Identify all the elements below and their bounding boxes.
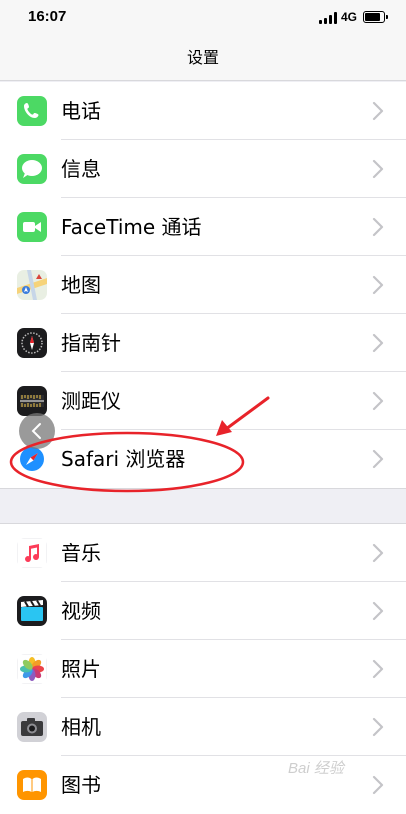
- row-label: 音乐: [61, 541, 101, 565]
- settings-group-apps-1: 电话 信息 FaceTime 通话 地图 指南针 测距仪 Safari 浏览器: [0, 82, 406, 488]
- settings-row-maps[interactable]: 地图: [0, 256, 406, 314]
- settings-row-camera[interactable]: 相机: [0, 698, 406, 756]
- compass-icon: [17, 328, 47, 358]
- row-label: FaceTime 通话: [61, 215, 202, 239]
- row-label: 测距仪: [61, 389, 121, 413]
- group-divider: [0, 488, 406, 489]
- row-label: 信息: [61, 157, 101, 181]
- network-type: 4G: [341, 10, 358, 24]
- facetime-icon: [17, 212, 47, 242]
- battery-icon: [363, 11, 388, 23]
- chevron-right-icon: [372, 217, 384, 237]
- chevron-right-icon: [372, 159, 384, 179]
- messages-icon: [17, 154, 47, 184]
- books-icon: [17, 770, 47, 800]
- settings-row-phone[interactable]: 电话: [0, 82, 406, 140]
- settings-row-messages[interactable]: 信息: [0, 140, 406, 198]
- watermark-logo: Bai 经验: [288, 760, 344, 777]
- signal-icon: [319, 12, 339, 24]
- chevron-left-icon: [31, 423, 41, 439]
- settings-row-facetime[interactable]: FaceTime 通话: [0, 198, 406, 256]
- chevron-right-icon: [372, 333, 384, 353]
- maps-icon: [17, 270, 47, 300]
- row-label: 图书: [61, 773, 101, 797]
- settings-row-videos[interactable]: 视频: [0, 582, 406, 640]
- row-label: 照片: [61, 657, 101, 681]
- chevron-right-icon: [372, 391, 384, 411]
- chevron-right-icon: [372, 601, 384, 621]
- chevron-right-icon: [372, 543, 384, 563]
- camera-icon: [17, 712, 47, 742]
- music-icon: [17, 538, 47, 568]
- status-bar: 16:07 4G: [0, 0, 406, 38]
- settings-row-books[interactable]: 图书: [0, 756, 406, 814]
- chevron-right-icon: [372, 275, 384, 295]
- chevron-right-icon: [372, 659, 384, 679]
- row-label: 相机: [61, 715, 101, 739]
- videos-icon: [17, 596, 47, 626]
- row-label: 指南针: [61, 331, 121, 355]
- row-label: Safari 浏览器: [61, 447, 186, 471]
- phone-icon: [17, 96, 47, 126]
- settings-row-photos[interactable]: 照片: [0, 640, 406, 698]
- chevron-right-icon: [372, 717, 384, 737]
- measure-icon: [17, 386, 47, 416]
- photos-icon: [17, 654, 47, 684]
- chevron-right-icon: [372, 101, 384, 121]
- row-label: 视频: [61, 599, 101, 623]
- settings-row-safari[interactable]: Safari 浏览器: [0, 430, 406, 488]
- row-label: 地图: [61, 273, 101, 297]
- row-label: 电话: [61, 99, 101, 123]
- status-time: 16:07: [28, 8, 67, 25]
- settings-row-compass[interactable]: 指南针: [0, 314, 406, 372]
- page-title: 设置: [186, 48, 219, 67]
- navigation-bar: 设置: [0, 38, 406, 81]
- settings-group-apps-2: 音乐 视频 照片 相机 图书: [0, 523, 406, 814]
- chevron-right-icon: [372, 775, 384, 795]
- settings-row-music[interactable]: 音乐: [0, 524, 406, 582]
- settings-row-measure[interactable]: 测距仪: [0, 372, 406, 430]
- chevron-right-icon: [372, 449, 384, 469]
- floating-back-button[interactable]: [19, 413, 55, 449]
